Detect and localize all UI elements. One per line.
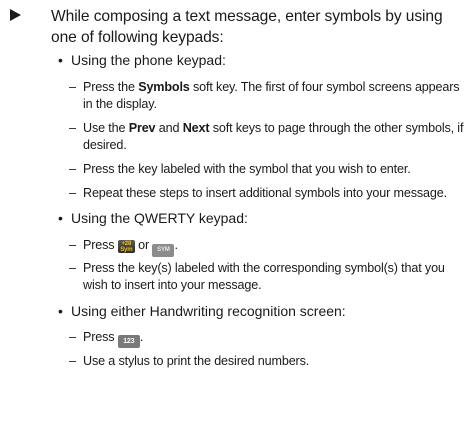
- instruction-step: While composing a text message, enter sy…: [10, 6, 466, 48]
- item-text: Press the key labeled with the symbol th…: [83, 162, 411, 176]
- item-text: Repeat these steps to insert additional …: [83, 186, 447, 200]
- item-text: Use a stylus to print the desired number…: [83, 354, 310, 368]
- dash-mark: –: [69, 330, 76, 344]
- dash-mark: –: [69, 261, 76, 275]
- bullet-handwriting: • Using either Handwriting recognition sc…: [58, 302, 346, 320]
- bullet-heading: Using the QWERTY keypad:: [71, 210, 248, 226]
- dash-mark: –: [69, 162, 76, 176]
- list-item: – Press +28 Sym or SYM.: [69, 237, 465, 257]
- dash-mark: –: [69, 80, 76, 94]
- next-softkey-label: Next: [182, 121, 210, 135]
- item-text: Press: [83, 330, 115, 344]
- numeric-key-icon: 123: [117, 335, 140, 348]
- item-text: Use the: [83, 121, 129, 135]
- sym-key-icon: +28 Sym: [117, 240, 135, 253]
- item-text: and: [155, 121, 183, 135]
- list-item: – Press the key labeled with the symbol …: [69, 161, 465, 178]
- step-text: While composing a text message, enter sy…: [51, 8, 443, 46]
- item-text: or: [138, 238, 150, 252]
- item-text: Press the: [83, 80, 139, 94]
- instruction-page: While composing a text message, enter sy…: [0, 0, 472, 422]
- prev-softkey-label: Prev: [128, 121, 156, 135]
- bullet-dot: •: [58, 210, 63, 226]
- dash-mark: –: [69, 121, 76, 135]
- bullet-phone-keypad: • Using the phone keypad:: [58, 51, 226, 69]
- dash-mark: –: [69, 354, 76, 368]
- bullet-qwerty-keypad: • Using the QWERTY keypad:: [58, 209, 248, 227]
- list-item: – Press the Symbols soft key. The first …: [69, 79, 465, 113]
- list-item: – Press 123.: [69, 329, 465, 348]
- step-arrow-icon: [10, 9, 21, 21]
- item-text: Press the key(s) labeled with the corres…: [83, 261, 445, 292]
- bullet-dot: •: [58, 52, 63, 68]
- list-item: – Use a stylus to print the desired numb…: [69, 353, 465, 370]
- dash-mark: –: [69, 186, 76, 200]
- bullet-heading: Using either Handwriting recognition scr…: [71, 303, 346, 319]
- list-item: – Press the key(s) labeled with the corr…: [69, 260, 465, 294]
- sym-alt-key-icon: SYM: [152, 244, 175, 257]
- list-item: – Repeat these steps to insert additiona…: [69, 185, 465, 202]
- bullet-dot: •: [58, 303, 63, 319]
- list-item: – Use the Prev and Next soft keys to pag…: [69, 120, 465, 154]
- item-text: Press: [83, 238, 115, 252]
- bullet-heading: Using the phone keypad:: [71, 52, 226, 68]
- symbols-softkey-label: Symbols: [138, 80, 190, 94]
- dash-mark: –: [69, 238, 76, 252]
